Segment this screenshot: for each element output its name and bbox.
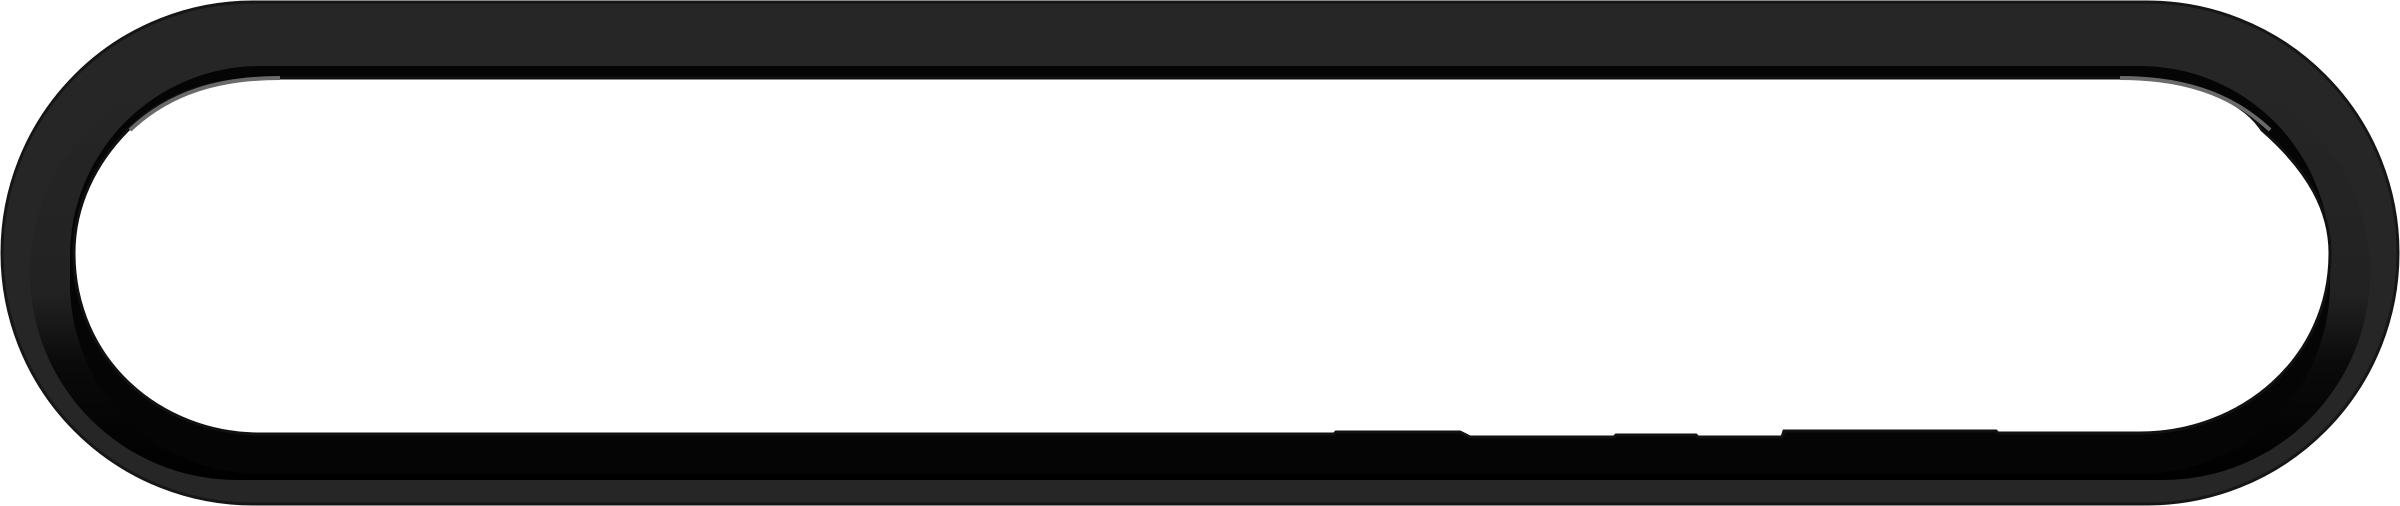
inner-face [72,76,2332,439]
pill-bezel-frame [0,0,2400,506]
bezel-graphic [0,0,2400,506]
